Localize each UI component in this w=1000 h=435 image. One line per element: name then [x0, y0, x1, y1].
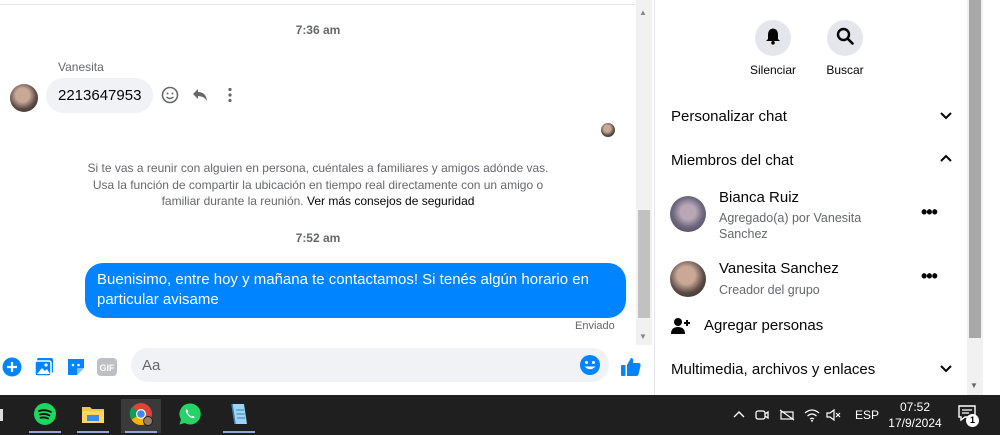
search-button[interactable] [827, 20, 863, 56]
chevron-down-icon [939, 361, 953, 378]
chat-scrollbar[interactable]: ▲ ▼ [636, 0, 652, 345]
notification-count: 1 [966, 414, 979, 427]
member-subtitle: Creador del grupo [719, 283, 820, 297]
volume-muted-icon[interactable] [826, 395, 842, 435]
safety-notice: Si te vas a reunir con alguien en person… [80, 160, 556, 210]
battery-icon[interactable] [779, 395, 795, 435]
emoji-icon[interactable] [579, 354, 601, 381]
chat-pane: 7:36 am Vanesita 2213647953 Si te vas a … [0, 0, 652, 395]
member-name: Vanesita Sanchez [719, 260, 839, 277]
chat-members-row[interactable]: Miembros del chat [671, 152, 953, 169]
reply-icon[interactable] [190, 85, 210, 105]
clock[interactable]: 07:52 17/9/2024 [880, 399, 950, 431]
safety-link[interactable]: Ver más consejos de seguridad [307, 194, 474, 208]
clock-time: 07:52 [899, 400, 931, 414]
photo-icon[interactable] [33, 356, 55, 378]
member-subtitle: Agregado(a) por Vanesita Sanchez [719, 211, 862, 241]
chat-members-label: Miembros del chat [671, 152, 794, 169]
running-indicator [125, 431, 157, 433]
chevron-down-icon [939, 108, 953, 125]
gif-icon[interactable]: GIF [96, 356, 118, 378]
spotify-app[interactable] [25, 399, 65, 433]
outgoing-message[interactable]: Buenisimo, entre hoy y mañana te contact… [85, 263, 626, 318]
timestamp: 7:36 am [295, 23, 341, 37]
timestamp: 7:52 am [295, 231, 341, 245]
member-options-icon[interactable]: ••• [921, 266, 938, 287]
bell-icon [764, 27, 782, 50]
scrollbar-thumb[interactable] [638, 210, 650, 318]
chevron-up-icon [939, 152, 953, 169]
notes-app[interactable] [219, 399, 259, 433]
member-options-icon[interactable]: ••• [921, 202, 938, 223]
whatsapp-app[interactable] [170, 399, 210, 433]
add-person-icon [671, 316, 691, 340]
notification-icon: 1 [957, 404, 979, 427]
sticker-icon[interactable] [65, 356, 87, 378]
avatar[interactable] [10, 84, 38, 112]
show-hidden-icons[interactable] [733, 395, 745, 435]
search-label: Buscar [826, 63, 864, 77]
chrome-icon [129, 402, 153, 431]
running-indicator [77, 431, 109, 433]
message-input-box[interactable] [131, 348, 609, 382]
folder-icon [81, 403, 105, 430]
mute-label: Silenciar [749, 63, 797, 77]
language-indicator[interactable]: ESP [855, 395, 879, 435]
customize-chat-row[interactable]: Personalizar chat [671, 108, 953, 125]
chat-info-panel: Silenciar Buscar Personalizar chat Miemb… [654, 0, 967, 395]
notepad-icon [227, 402, 251, 431]
like-icon[interactable] [620, 356, 642, 378]
incoming-message[interactable]: 2213647953 [46, 78, 154, 113]
meet-now-icon[interactable] [755, 395, 769, 435]
sender-name: Vanesita [58, 60, 104, 74]
scroll-down-icon[interactable]: ▼ [970, 381, 978, 390]
message-status: Enviado [575, 320, 615, 332]
scroll-down-icon[interactable]: ▼ [639, 332, 647, 341]
react-icon[interactable] [160, 85, 180, 105]
whatsapp-icon [178, 402, 202, 431]
member-avatar [670, 261, 706, 297]
customize-chat-label: Personalizar chat [671, 108, 787, 125]
notification-center[interactable]: 1 [957, 395, 979, 435]
panel-scrollbar[interactable]: ▼ [967, 0, 1000, 395]
wifi-icon[interactable] [804, 395, 820, 435]
message-input[interactable] [142, 348, 562, 382]
running-indicator [29, 431, 61, 433]
message-actions [160, 85, 240, 105]
clock-date: 17/9/2024 [888, 416, 942, 430]
chevron-up-icon [733, 411, 745, 418]
taskbar-edge [0, 409, 3, 421]
more-options-icon[interactable] [220, 85, 240, 105]
taskbar: ESP 07:52 17/9/2024 1 [0, 395, 1000, 435]
media-files-links-label: Multimedia, archivos y enlaces [671, 361, 876, 378]
mute-button[interactable] [755, 20, 791, 56]
member-name: Bianca Ruiz [719, 189, 800, 206]
chrome-app[interactable] [121, 399, 161, 433]
add-people-label: Agregar personas [704, 317, 824, 334]
spotify-icon [33, 402, 57, 431]
chat-divider [0, 0, 636, 5]
running-indicator [223, 431, 255, 433]
file-explorer-app[interactable] [73, 399, 113, 433]
media-files-links-row[interactable]: Multimedia, archivos y enlaces [671, 361, 953, 378]
scroll-up-icon[interactable]: ▲ [639, 8, 647, 17]
search-icon [836, 27, 854, 50]
scrollbar-thumb[interactable] [969, 0, 981, 338]
messenger-window: 7:36 am Vanesita 2213647953 Si te vas a … [0, 0, 1000, 395]
read-receipt-avatar [601, 123, 615, 137]
member-avatar [670, 196, 706, 232]
svg-text:GIF: GIF [100, 363, 116, 373]
plus-icon[interactable] [1, 356, 23, 378]
